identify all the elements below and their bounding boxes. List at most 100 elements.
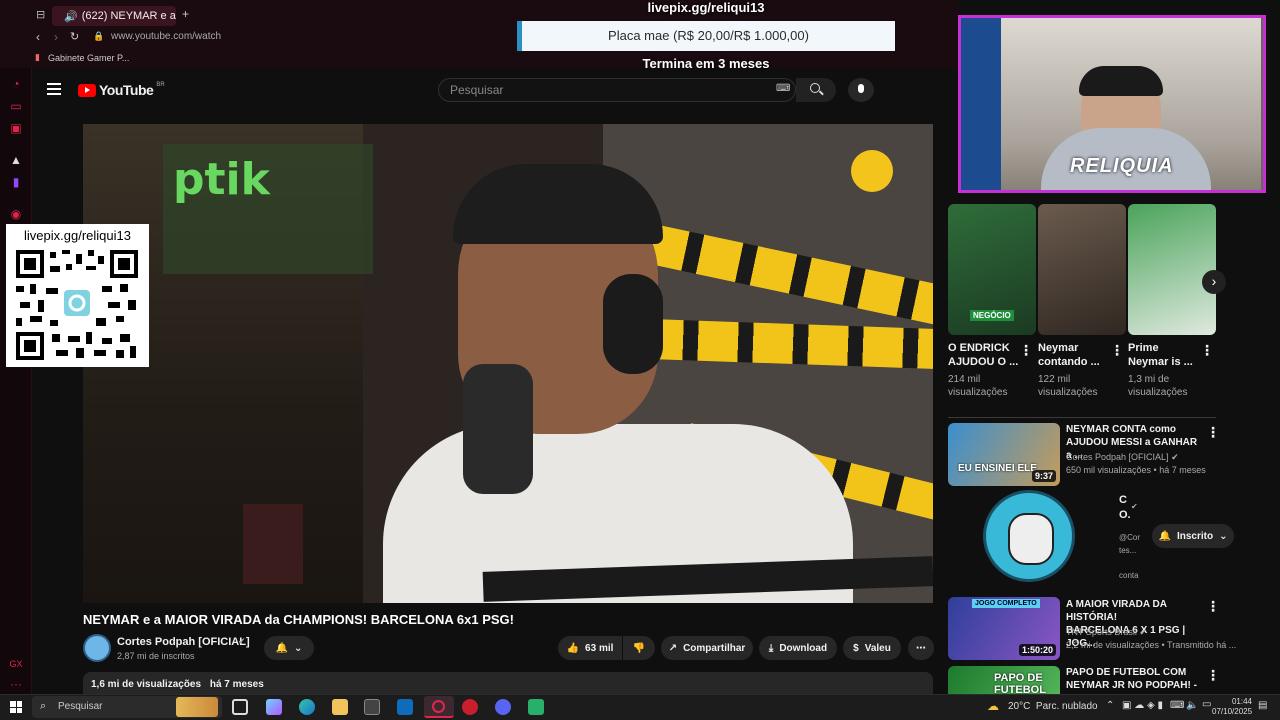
short-views: 1,3 mi de visualizações [1128, 374, 1188, 398]
short-thumbnail[interactable] [1038, 204, 1126, 335]
new-tab-icon[interactable]: + [182, 7, 189, 21]
upload-age: há 7 meses [209, 679, 264, 690]
twitch-icon[interactable]: ▮ [8, 174, 24, 190]
reload-icon[interactable]: ↻ [70, 30, 79, 43]
back-icon[interactable]: ‹ [36, 30, 40, 44]
description-box[interactable]: 1,6 mi de visualizações há 7 meses [83, 672, 933, 694]
menu-icon[interactable] [47, 83, 61, 95]
edge-icon[interactable] [299, 699, 315, 715]
tab-icon-workspace[interactable]: ⊟ [36, 8, 45, 21]
battery-icon[interactable]: ▭ [1202, 699, 1211, 710]
share-button[interactable]: ↗ Compartilhar [661, 636, 753, 660]
thumbs-up-icon: 👍 [566, 642, 580, 654]
aria-icon[interactable]: ▲ [8, 152, 24, 168]
qr-code [16, 250, 138, 360]
channel-name[interactable]: Cortes Podpah [OFICIAL] [117, 636, 250, 648]
bookmark-item[interactable]: Gabinete Gamer P... [48, 53, 129, 63]
network-icon[interactable]: ⌨ [1170, 700, 1184, 711]
discord-icon[interactable] [495, 699, 511, 715]
channel-avatar-large[interactable] [983, 490, 1075, 582]
app-icon-red[interactable] [462, 699, 478, 715]
donation-goal-bar: Placa mae (R$ 20,00/R$ 1.000,00) [517, 21, 895, 51]
more-vert-icon[interactable]: ⋮ [1206, 598, 1220, 615]
voice-search-button[interactable] [848, 78, 874, 102]
subscription-bell-button[interactable]: 🔔 ⌄ [264, 636, 314, 660]
video-player[interactable]: ptik [83, 124, 933, 603]
download-button[interactable]: ⤓ Download [759, 636, 837, 660]
volume-icon[interactable]: 🔈 [1186, 700, 1198, 711]
opera-gx-taskbar-button[interactable] [424, 696, 454, 718]
keyboard-icon[interactable]: ⌨ [776, 83, 790, 94]
url-field[interactable]: www.youtube.com/watch [111, 31, 221, 42]
video-meta: 650 mil visualizações • há 7 meses [1066, 465, 1206, 475]
youtube-logo-text: YouTube [99, 82, 154, 98]
task-view-icon[interactable] [232, 699, 248, 715]
short-badge: NEGÓCIO [970, 310, 1014, 321]
windows-start-icon[interactable] [10, 701, 22, 713]
store-icon[interactable] [364, 699, 380, 715]
chevron-down-icon: ⌄ [294, 642, 303, 654]
like-button[interactable]: 👍 63 mil [558, 636, 622, 660]
video-thumbnail[interactable]: PAPO DE FUTEBOL [948, 666, 1060, 694]
video-duration: 1:50:20 [1018, 644, 1056, 656]
youtube-logo[interactable]: YouTube BR [78, 82, 165, 98]
mail-icon[interactable]: ▣ [8, 120, 24, 136]
verified-icon: ✔ [238, 636, 246, 646]
short-title[interactable]: Neymar contando ... [1038, 341, 1100, 369]
more-horizontal-icon: ⋯ [916, 642, 926, 654]
weather-text[interactable]: 20°C Parc. nublado [1008, 701, 1098, 712]
clock[interactable]: 01:44 07/10/2025 [1212, 697, 1252, 717]
short-views: 214 mil visualizações [948, 374, 1008, 398]
outlook-icon[interactable] [397, 699, 413, 715]
more-actions-button[interactable]: ⋯ [908, 636, 934, 660]
tab-youtube[interactable]: 🔊 (622) NEYMAR e a MA [52, 6, 176, 26]
more-vert-icon[interactable]: ⋮ [1019, 342, 1033, 359]
podpah-logo [851, 150, 893, 192]
forward-icon[interactable]: › [54, 30, 58, 44]
video-thumbnail[interactable]: JOGO COMPLETO 1:50:20 [948, 597, 1060, 660]
more-vert-icon[interactable]: ⋮ [1200, 342, 1214, 359]
weather-icon[interactable]: ☁ [987, 699, 999, 713]
short-title[interactable]: Prime Neymar is ... [1128, 341, 1193, 369]
more-vert-icon[interactable]: ⋮ [1206, 667, 1220, 684]
date: 07/10/2025 [1212, 707, 1253, 716]
search-button[interactable] [796, 78, 836, 102]
share-icon: ↗ [668, 642, 678, 654]
bookmark-icon: ▮ [35, 52, 40, 62]
speaker-icon[interactable]: 🔊 [64, 10, 78, 23]
video-channel[interactable]: TNT Sports Brasil ✔ [1066, 626, 1147, 639]
file-explorer-icon[interactable] [332, 699, 348, 715]
more-icon[interactable]: ··· [8, 676, 24, 692]
search-input[interactable]: Pesquisar [438, 78, 796, 102]
more-vert-icon[interactable]: ⋮ [1110, 342, 1124, 359]
video-thumbnail[interactable]: EU ENSINEI ELE 9:37 [948, 423, 1060, 486]
download-icon: ⤓ [768, 642, 774, 654]
thumbnail-caption: PAPO DE FUTEBOL [994, 672, 1046, 694]
player-icon[interactable]: ◉ [8, 206, 24, 222]
headphones [603, 274, 663, 374]
video-meta: 2,2 mi de visualizações • Transmitido há… [1066, 640, 1237, 650]
shorts-next-button[interactable]: › [1202, 270, 1226, 294]
gx-icon[interactable]: GX [8, 656, 24, 672]
copilot-icon[interactable] [266, 699, 282, 715]
subscribed-button[interactable]: 🔔 Inscrito ⌄ [1152, 524, 1234, 548]
like-count: 63 mil [585, 642, 614, 654]
messenger-icon[interactable]: ▭ [8, 98, 24, 114]
chevron-up-icon[interactable]: ⌃ [1106, 700, 1114, 711]
whatsapp-icon[interactable]: ◔ [8, 76, 24, 92]
streamer-hair [1079, 66, 1163, 96]
app-icon-green[interactable] [528, 699, 544, 715]
dislike-button[interactable]: 👎 [623, 636, 655, 660]
bell-icon: 🔔 [1158, 530, 1171, 542]
short-thumbnail[interactable]: NEGÓCIO [948, 204, 1036, 335]
more-vert-icon[interactable]: ⋮ [1206, 424, 1220, 441]
short-thumbnail[interactable] [1128, 204, 1216, 335]
avatar[interactable] [83, 634, 111, 662]
book [243, 504, 303, 584]
short-title[interactable]: O ENDRICK AJUDOU O ... [948, 341, 1018, 369]
video-channel[interactable]: Cortes Podpah [OFICIAL] ✔ [1066, 451, 1179, 464]
tray-icons[interactable]: ▣ ☁ ◈ ▮ [1122, 700, 1163, 711]
notifications-icon[interactable]: ▤ [1258, 700, 1267, 711]
webcam-name: RELIQUIA [1070, 155, 1174, 177]
thanks-button[interactable]: $ Valeu [843, 636, 901, 660]
